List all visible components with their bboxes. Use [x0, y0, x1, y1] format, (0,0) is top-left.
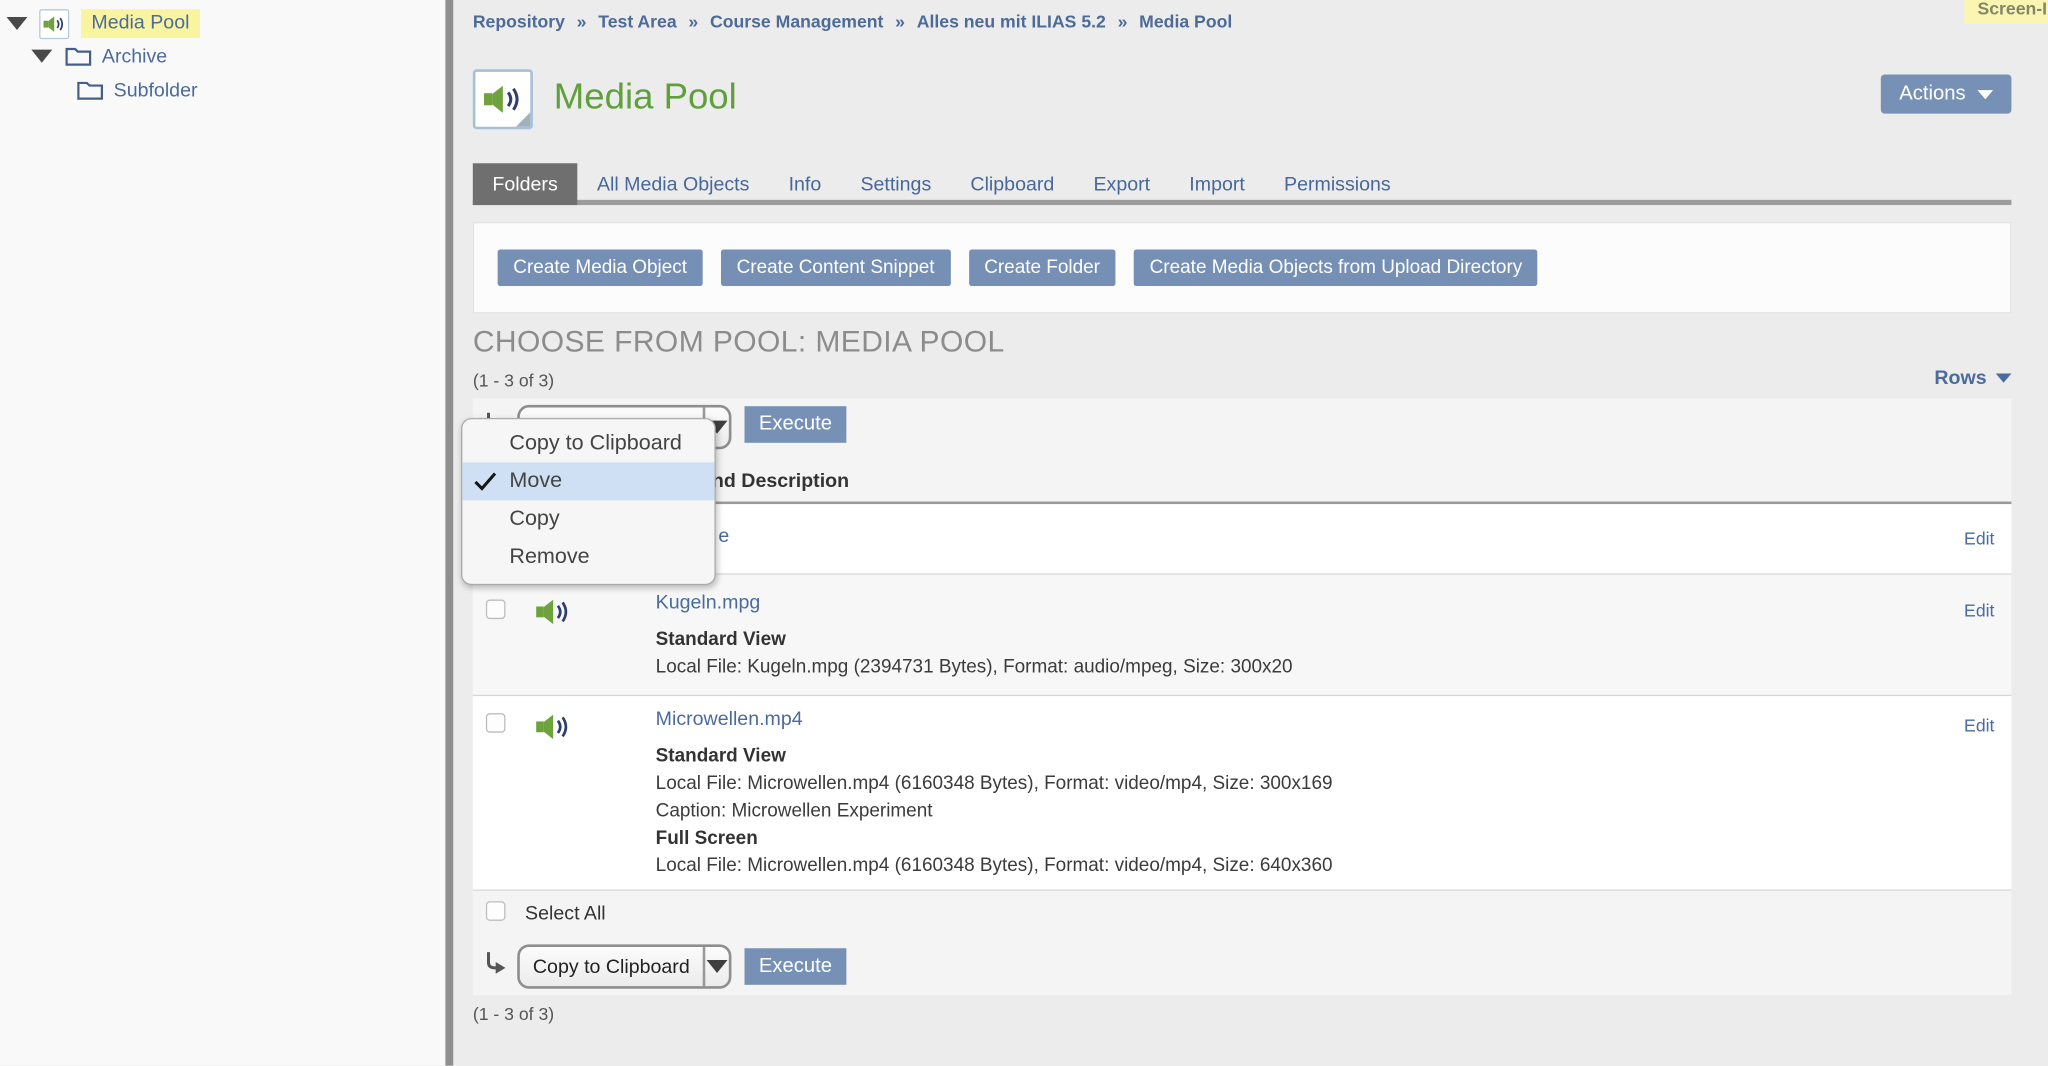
audio-speaker-icon	[536, 597, 571, 634]
menu-item-label: Remove	[509, 545, 589, 570]
breadcrumb-separator: »	[1118, 12, 1128, 32]
create-media-object-button[interactable]: Create Media Object	[498, 249, 703, 286]
bulk-action-dropdown-menu: Copy to Clipboard Move Copy Remove	[461, 418, 716, 585]
media-pool-icon	[473, 69, 533, 129]
tab-clipboard[interactable]: Clipboard	[951, 163, 1074, 205]
page-title: Media Pool	[554, 76, 737, 118]
breadcrumb-link[interactable]: Test Area	[598, 12, 676, 32]
tree-node-label[interactable]: Subfolder	[114, 79, 198, 101]
media-item-link[interactable]: Microwellen.mp4	[656, 708, 803, 730]
breadcrumb-separator: »	[577, 12, 587, 32]
checkmark-icon	[474, 472, 496, 498]
execute-button-bottom[interactable]: Execute	[744, 948, 846, 985]
actions-button[interactable]: Actions	[1881, 74, 2012, 113]
tree-node-label[interactable]: Archive	[102, 45, 167, 67]
menu-item-label: Copy	[509, 507, 559, 532]
breadcrumb-separator: »	[895, 12, 905, 32]
rows-dropdown-label: Rows	[1934, 367, 1986, 389]
bulk-action-row-bottom: Copy to Clipboard Execute	[473, 931, 2012, 995]
select-all-row: Select All	[473, 891, 2012, 931]
execute-button-top[interactable]: Execute	[744, 406, 846, 443]
rows-dropdown[interactable]: Rows	[1934, 367, 2011, 389]
media-item-details: Standard View Local File: Kugeln.mpg (23…	[656, 627, 1293, 682]
chevron-down-icon	[707, 960, 728, 973]
menu-item-remove[interactable]: Remove	[462, 538, 714, 576]
sidebar-scrollbar[interactable]	[445, 0, 453, 1066]
view-label: Standard View	[656, 746, 786, 767]
media-pool-page: Media Pool Archive Subfolder Repository »…	[0, 0, 2048, 1066]
select-all-checkbox[interactable]	[486, 901, 506, 921]
table-row: Kugeln.mpg Standard View Local File: Kug…	[473, 575, 2012, 696]
view-label: Standard View	[656, 630, 786, 651]
expander-arrow-icon[interactable]	[31, 50, 52, 63]
create-media-objects-from-upload-directory-button[interactable]: Create Media Objects from Upload Directo…	[1134, 249, 1538, 286]
menu-item-label: Copy to Clipboard	[509, 431, 682, 456]
tab-info[interactable]: Info	[769, 163, 841, 205]
screen-id-badge: Screen-ID	[1964, 0, 2048, 24]
breadcrumb-link[interactable]: Alles neu mit ILIAS 5.2	[917, 12, 1106, 32]
table-row: Microwellen.mp4 Standard View Local File…	[473, 696, 2012, 891]
tree-node-archive[interactable]: Archive	[31, 40, 167, 71]
tab-export[interactable]: Export	[1074, 163, 1170, 205]
breadcrumb-separator: »	[688, 12, 698, 32]
create-folder-button[interactable]: Create Folder	[969, 249, 1116, 286]
media-item-link[interactable]: Kugeln.mpg	[656, 592, 761, 614]
row-checkbox[interactable]	[486, 600, 506, 620]
pagination-info-bottom: (1 - 3 of 3)	[473, 1004, 554, 1024]
edit-link[interactable]: Edit	[1964, 601, 1994, 621]
page-fold-decoration	[515, 111, 532, 128]
breadcrumb-link[interactable]: Repository	[473, 12, 565, 32]
breadcrumb-link[interactable]: Media Pool	[1139, 12, 1232, 32]
expander-arrow-icon[interactable]	[7, 17, 28, 30]
menu-item-label: Move	[509, 469, 562, 494]
view-label: Full Screen	[656, 828, 758, 849]
breadcrumb-link[interactable]: Course Management	[710, 12, 883, 32]
folder-icon	[65, 46, 91, 67]
menu-item-copy-to-clipboard[interactable]: Copy to Clipboard	[462, 424, 714, 462]
bulk-action-select-bottom[interactable]: Copy to Clipboard	[517, 944, 731, 988]
actions-button-label: Actions	[1899, 82, 1965, 106]
chevron-down-icon	[1996, 374, 2012, 383]
section-heading: CHOOSE FROM POOL: MEDIA POOL	[473, 324, 1005, 359]
tab-import[interactable]: Import	[1170, 163, 1265, 205]
repository-tree-sidebar: Media Pool Archive Subfolder	[0, 0, 445, 1066]
media-item-details: Standard View Local File: Microwellen.mp…	[656, 743, 1333, 880]
folder-icon	[77, 80, 103, 101]
apply-to-selection-arrow-icon	[483, 951, 509, 984]
menu-item-copy[interactable]: Copy	[462, 500, 714, 538]
media-pool-icon	[39, 8, 69, 38]
tab-folders[interactable]: Folders	[473, 163, 578, 205]
menu-item-move[interactable]: Move	[462, 462, 714, 500]
pagination-info-top: (1 - 3 of 3)	[473, 371, 554, 391]
file-info: Local File: Microwellen.mp4 (6160348 Byt…	[656, 773, 1333, 794]
select-all-label: Select All	[525, 903, 606, 925]
tab-all-media-objects[interactable]: All Media Objects	[577, 163, 769, 205]
create-content-snippet-button[interactable]: Create Content Snippet	[721, 249, 950, 286]
chevron-down-icon	[1977, 89, 1993, 98]
file-info: Local File: Kugeln.mpg (2394731 Bytes), …	[656, 657, 1293, 678]
breadcrumb: Repository » Test Area » Course Management » A…	[473, 12, 1232, 32]
file-info: Local File: Microwellen.mp4 (6160348 Byt…	[656, 856, 1333, 877]
audio-speaker-icon	[536, 712, 571, 749]
select-arrow-zone[interactable]	[703, 947, 729, 986]
caption-info: Caption: Microwellen Experiment	[656, 801, 933, 822]
create-toolbar: Create Media Object Create Content Snipp…	[473, 222, 2012, 313]
tab-permissions[interactable]: Permissions	[1264, 163, 1410, 205]
tab-bar: Folders All Media Objects Info Settings …	[473, 163, 2012, 205]
tab-settings[interactable]: Settings	[841, 163, 951, 205]
edit-link[interactable]: Edit	[1964, 716, 1994, 736]
tree-node-label[interactable]: Media Pool	[81, 9, 200, 38]
row-checkbox[interactable]	[486, 713, 506, 733]
media-item-link[interactable]: e	[718, 525, 729, 547]
tree-node-media-pool[interactable]: Media Pool	[7, 8, 200, 39]
bulk-action-selected-value: Copy to Clipboard	[520, 955, 703, 977]
tree-node-subfolder[interactable]: Subfolder	[77, 74, 197, 105]
edit-link[interactable]: Edit	[1964, 529, 1994, 549]
